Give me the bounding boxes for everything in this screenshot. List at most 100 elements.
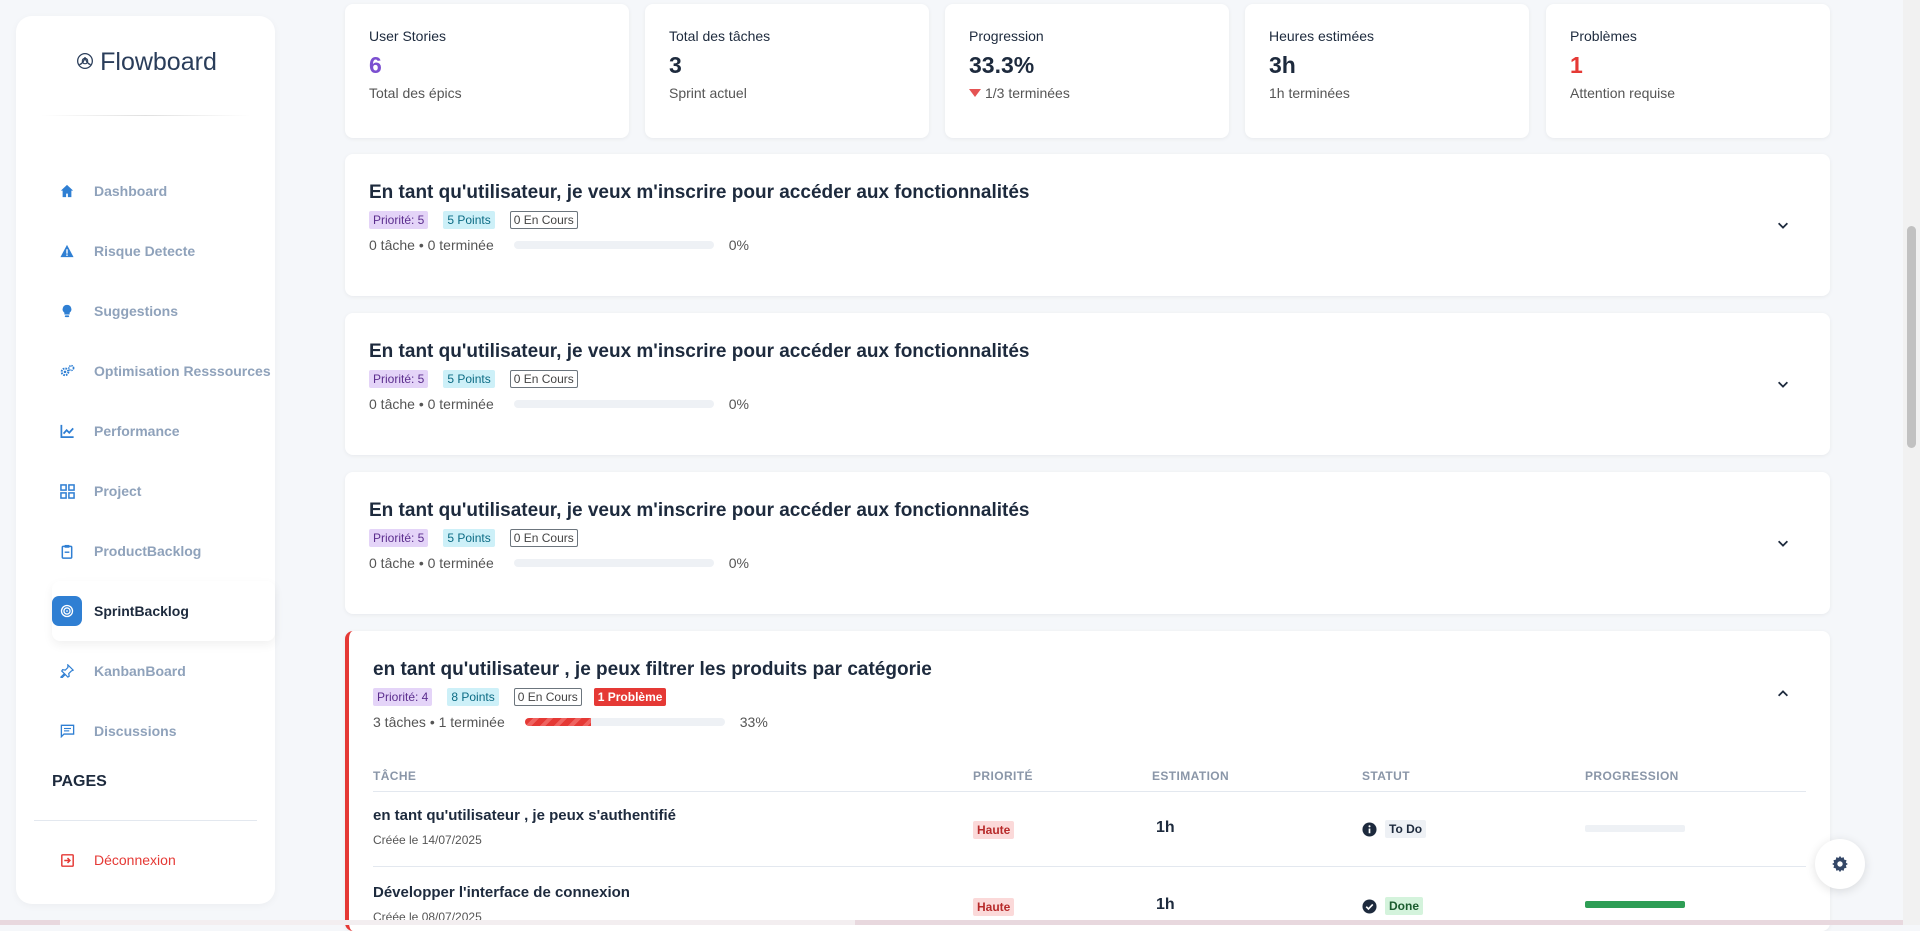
sidebar-item-dashboard[interactable]: Dashboard: [52, 161, 275, 221]
table-row-divider: [373, 866, 1806, 867]
task-name[interactable]: Développer l'interface de connexion: [373, 884, 630, 901]
points-badge: 5 Points: [443, 211, 494, 229]
stat-sub: 1/3 terminées: [969, 85, 1205, 101]
stat-card-progression: Progression 33.3% 1/3 terminées: [945, 4, 1229, 138]
horizontal-scrollbar[interactable]: [0, 920, 1903, 925]
stat-value: 3h: [1269, 52, 1505, 79]
stat-label: Total des tâches: [669, 28, 905, 44]
brand-name: Flowboard: [100, 48, 217, 76]
stat-value: 6: [369, 52, 605, 79]
story-card[interactable]: En tant qu'utilisateur, je veux m'inscri…: [345, 313, 1830, 455]
story-badges: Priorité: 5 5 Points 0 En Cours: [369, 370, 578, 388]
story-summary: 0 tâche • 0 terminée: [369, 555, 494, 571]
stat-card-user-stories: User Stories 6 Total des épics: [345, 4, 629, 138]
story-card[interactable]: En tant qu'utilisateur, je veux m'inscri…: [345, 472, 1830, 614]
story-progress-bar: [525, 718, 725, 726]
sidebar-item-performance[interactable]: Performance: [52, 401, 275, 461]
task-estimate: 1h: [1156, 896, 1175, 914]
sidebar-item-kanbanboard[interactable]: KanbanBoard: [52, 641, 275, 701]
task-status: To Do: [1362, 820, 1426, 838]
story-title: En tant qu'utilisateur, je veux m'inscri…: [369, 341, 1030, 363]
story-progress-fill: [525, 718, 591, 726]
sidebar-item-risque-detecte[interactable]: Risque Detecte: [52, 221, 275, 281]
sidebar-nav: Dashboard Risque Detecte Suggestions Opt…: [52, 161, 275, 761]
scrollbar-thumb[interactable]: [60, 920, 855, 925]
stat-label: Problèmes: [1570, 28, 1806, 44]
priority-badge: Priorité: 5: [369, 529, 428, 547]
priority-badge: Priorité: 5: [369, 370, 428, 388]
sidebar-item-discussions[interactable]: Discussions: [52, 701, 275, 761]
task-name[interactable]: en tant qu'utilisateur , je peux s'authe…: [373, 807, 676, 824]
story-percent: 0%: [729, 237, 749, 253]
sidebar-item-project[interactable]: Project: [52, 461, 275, 521]
stat-sub: Sprint actuel: [669, 85, 905, 101]
story-title: En tant qu'utilisateur, je veux m'inscri…: [369, 500, 1030, 522]
points-badge: 5 Points: [443, 529, 494, 547]
story-badges: Priorité: 4 8 Points 0 En Cours 1 Problè…: [373, 688, 666, 706]
vertical-scrollbar[interactable]: [1903, 0, 1920, 925]
sidebar-item-label: Optimisation Resssources: [94, 363, 271, 379]
priority-badge: Priorité: 4: [373, 688, 432, 706]
story-summary: 3 tâches • 1 terminée: [373, 714, 505, 730]
table-header-divider: [373, 791, 1806, 792]
pages-heading: PAGES: [52, 773, 107, 791]
story-card[interactable]: En tant qu'utilisateur, je veux m'inscri…: [345, 154, 1830, 296]
stat-sub: Attention requise: [1570, 85, 1806, 101]
task-progress-bar: [1585, 825, 1685, 832]
stat-label: Progression: [969, 28, 1205, 44]
story-progress-bar: [514, 241, 714, 249]
expanded-story-card[interactable]: en tant qu'utilisateur , je peux filtrer…: [345, 631, 1830, 931]
stat-value: 1: [1570, 52, 1806, 79]
main-content: User Stories 6 Total des épics Total des…: [345, 0, 1830, 925]
sidebar-item-label: Project: [94, 483, 141, 499]
chat-icon: [52, 716, 82, 746]
chevron-down-icon[interactable]: [1776, 218, 1790, 232]
stat-value: 3: [669, 52, 905, 79]
gear-icon: [1831, 855, 1849, 873]
logout-link[interactable]: Déconnexion: [52, 852, 176, 868]
task-estimate: 1h: [1156, 819, 1175, 837]
sidebar-divider: [40, 115, 251, 116]
scrollbar-thumb[interactable]: [1907, 226, 1916, 448]
task-status: Done: [1362, 897, 1423, 915]
sidebar-item-label: Suggestions: [94, 303, 178, 319]
sidebar-item-label: KanbanBoard: [94, 663, 186, 679]
warning-icon: [52, 236, 82, 266]
sidebar-item-suggestions[interactable]: Suggestions: [52, 281, 275, 341]
target-icon: [52, 596, 82, 626]
home-icon: [52, 176, 82, 206]
points-badge: 5 Points: [443, 370, 494, 388]
grid-icon: [52, 476, 82, 506]
sidebar-item-sprintbacklog[interactable]: SprintBacklog: [52, 581, 275, 641]
task-date: Créée le 14/07/2025: [373, 833, 482, 847]
stat-card-heures-estimees: Heures estimées 3h 1h terminées: [1245, 4, 1529, 138]
sidebar: Flowboard Dashboard Risque Detecte Sugge…: [16, 16, 275, 904]
brand-logo-icon: [74, 50, 96, 72]
chevron-down-icon[interactable]: [1776, 377, 1790, 391]
settings-button[interactable]: [1815, 839, 1865, 889]
story-title: en tant qu'utilisateur , je peux filtrer…: [373, 659, 932, 681]
gears-icon: [52, 356, 82, 386]
chevron-up-icon[interactable]: [1776, 687, 1790, 701]
sidebar-item-label: Performance: [94, 423, 180, 439]
info-icon: [1362, 822, 1377, 837]
task-progress-bar: [1585, 901, 1685, 908]
stat-sub-text: 1/3 terminées: [985, 85, 1070, 101]
column-header-progression: PROGRESSION: [1585, 769, 1679, 783]
sidebar-item-optimisation[interactable]: Optimisation Resssources: [52, 341, 275, 401]
brand[interactable]: Flowboard: [16, 48, 275, 77]
chart-line-icon: [52, 416, 82, 446]
story-percent: 0%: [729, 555, 749, 571]
story-title: En tant qu'utilisateur, je veux m'inscri…: [369, 182, 1030, 204]
task-progress-fill: [1585, 901, 1685, 908]
sidebar-item-productbacklog[interactable]: ProductBacklog: [52, 521, 275, 581]
stat-sub: Total des épics: [369, 85, 605, 101]
chevron-down-icon[interactable]: [1776, 536, 1790, 550]
sidebar-item-label: Dashboard: [94, 183, 167, 199]
column-header-statut: STATUT: [1362, 769, 1410, 783]
lightbulb-icon: [52, 296, 82, 326]
stat-label: Heures estimées: [1269, 28, 1505, 44]
story-percent: 33%: [740, 714, 768, 730]
status-pill: Done: [1385, 897, 1423, 915]
en-cours-badge: 0 En Cours: [514, 688, 582, 706]
